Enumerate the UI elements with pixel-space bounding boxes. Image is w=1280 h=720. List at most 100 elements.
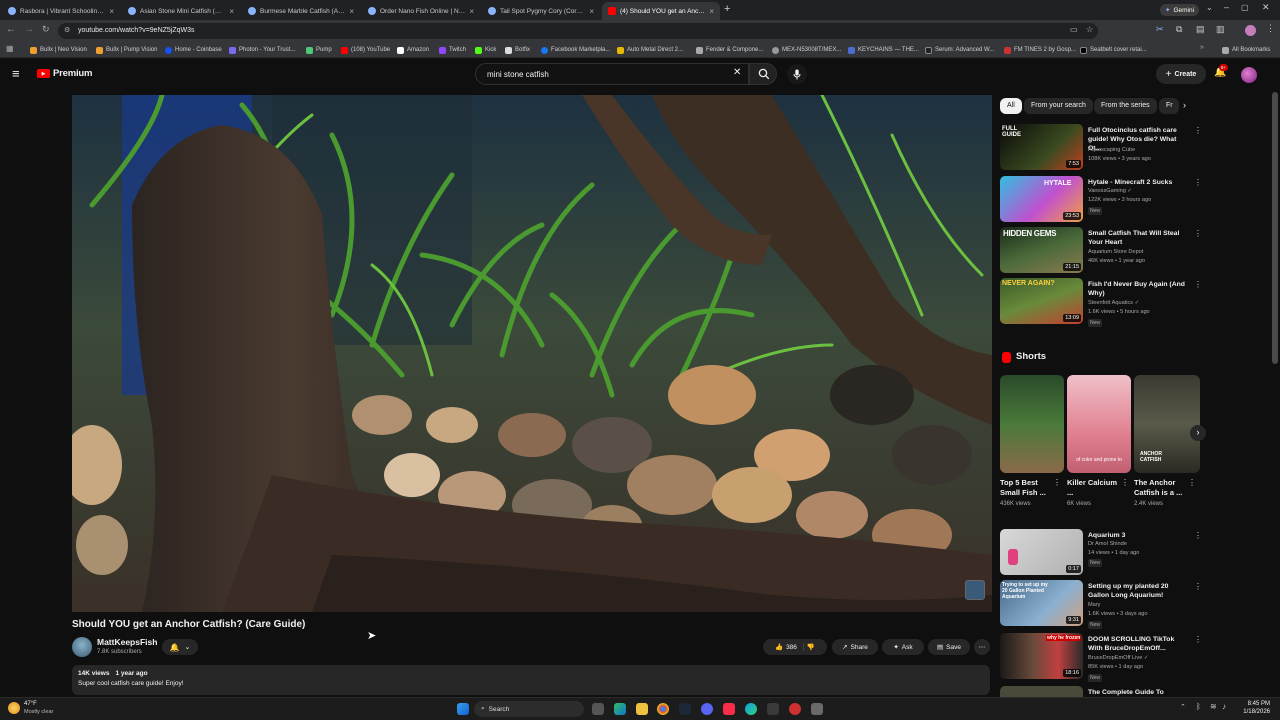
video-thumbnail[interactable]: NEVER AGAIN? 13:09 — [1000, 278, 1083, 324]
more-actions-button[interactable]: ⋯ — [974, 639, 990, 655]
more-options-icon[interactable]: ⋮ — [1194, 635, 1202, 644]
short-title[interactable]: The Anchor Catfish is a ... — [1134, 478, 1188, 498]
short-title[interactable]: Top 5 Best Small Fish ... — [1000, 478, 1052, 498]
chip-from-the-series[interactable]: From the series — [1094, 98, 1157, 114]
bookmark-item[interactable]: Photon - Your Trust... — [229, 45, 295, 55]
downloads-icon[interactable]: ▤ — [1196, 24, 1205, 35]
bookmark-item[interactable]: Amazon — [397, 45, 429, 55]
bookmark-item[interactable]: Twitch — [439, 45, 466, 55]
shorts-next-button[interactable]: › — [1190, 425, 1206, 441]
close-tab-icon[interactable]: × — [709, 7, 714, 16]
recommendation-item[interactable]: NEVER AGAIN? 13:09 Fish I'd Never Buy Ag… — [1000, 278, 1202, 328]
discord-icon[interactable] — [701, 703, 713, 715]
browser-menu-icon[interactable]: ⋮ — [1266, 23, 1275, 34]
recommendation-item[interactable]: The Complete Guide To — [1000, 686, 1200, 697]
voice-search-button[interactable] — [787, 64, 807, 84]
maximize-icon[interactable]: ▢ — [1241, 3, 1249, 12]
bluetooth-icon[interactable]: ᛒ — [1196, 702, 1201, 711]
app-icon[interactable] — [811, 703, 823, 715]
account-avatar[interactable] — [1241, 67, 1257, 83]
close-tab-icon[interactable]: × — [229, 7, 234, 16]
subscribed-notification-button[interactable]: 🔔 ⌄ — [162, 639, 198, 655]
bookmark-item[interactable]: Facebook Marketpla... — [541, 45, 610, 55]
bookmark-item[interactable]: Botfix — [505, 45, 530, 55]
minimize-icon[interactable]: – — [1224, 2, 1229, 12]
more-options-icon[interactable]: ⋮ — [1194, 582, 1202, 591]
bookmark-item[interactable]: Pump — [306, 45, 332, 55]
channel-name[interactable]: Aquarium Store Depot — [1088, 249, 1143, 255]
video-thumbnail[interactable]: why he frozen 18:16 — [1000, 633, 1083, 679]
gemini-button[interactable]: ✦ Gemini — [1160, 4, 1200, 16]
all-bookmarks-folder[interactable]: All Bookmarks — [1222, 45, 1270, 55]
bookmark-item[interactable]: MEX-N53008T/MEX... — [772, 45, 841, 55]
video-thumbnail[interactable]: Trying to set up my 20 Gallon Planted Aq… — [1000, 580, 1083, 626]
bookmark-item[interactable]: Bullx | Neo Vision — [30, 45, 87, 55]
music-app-icon[interactable] — [723, 703, 735, 715]
short-thumbnail[interactable] — [1000, 375, 1064, 473]
hamburger-menu-icon[interactable]: ≡ — [12, 66, 20, 81]
video-player[interactable] — [72, 95, 992, 612]
bookmark-item[interactable]: Seatbelt cover retai... — [1080, 45, 1147, 55]
extension-icon[interactable]: ✂ — [1156, 24, 1164, 35]
more-options-icon[interactable]: ⋮ — [1188, 478, 1196, 487]
bookmarks-overflow-icon[interactable]: » — [1200, 44, 1204, 51]
recommendation-item[interactable]: why he frozen 18:16 DOOM SCROLLING TikTo… — [1000, 633, 1202, 682]
recommendation-item[interactable]: HIDDEN GEMS 21:15 Small Catfish That Wil… — [1000, 227, 1202, 277]
forward-icon[interactable]: → — [24, 24, 34, 35]
new-tab-icon[interactable]: + — [724, 3, 730, 15]
close-tab-icon[interactable]: × — [349, 7, 354, 16]
close-tab-icon[interactable]: × — [589, 7, 594, 16]
channel-name[interactable]: BruceDropEmOff Live ✓ — [1088, 655, 1149, 661]
chip-from-your-search[interactable]: From your search — [1024, 98, 1093, 114]
bookmark-item[interactable]: (108) YouTube — [341, 45, 390, 55]
channel-name[interactable]: Aquascaping Cube — [1088, 147, 1135, 153]
windows-start-icon[interactable] — [457, 703, 469, 715]
weather-icon[interactable] — [8, 702, 20, 714]
volume-icon[interactable]: ♪ — [1222, 702, 1226, 711]
bookmark-item[interactable]: Auto Metal Direct 2... — [617, 45, 683, 55]
wifi-icon[interactable]: ≋ — [1210, 702, 1217, 711]
bookmark-item[interactable]: FM TINES 2 by Gosp... — [1004, 45, 1076, 55]
video-thumbnail[interactable]: 0:17 — [1000, 529, 1083, 575]
recommendation-item[interactable]: 0:17 Aquarium 3 Dr Amol Shinde 14 views … — [1000, 529, 1202, 577]
chevron-right-icon[interactable]: › — [1183, 100, 1186, 110]
channel-name[interactable]: VanossGaming ✓ — [1088, 188, 1132, 194]
channel-avatar[interactable] — [72, 637, 92, 657]
video-thumbnail[interactable]: HIDDEN GEMS 21:15 — [1000, 227, 1083, 273]
bookmark-star-icon[interactable]: ☆ — [1086, 25, 1093, 34]
create-button[interactable]: + Create — [1156, 64, 1206, 84]
video-thumbnail[interactable] — [1000, 686, 1083, 697]
description-box[interactable]: 14K views 1 year ago Super cool catfish c… — [72, 665, 990, 695]
address-bar[interactable]: ⚙ youtube.com/watch?v=9eNZ5jZqW3s ▭ ☆ — [58, 23, 1098, 39]
browser-tab[interactable]: Rasbora | Vibrant Schooling Fish × — [2, 2, 120, 20]
apps-grid-icon[interactable]: ▦ — [6, 44, 14, 53]
bookmark-item[interactable]: Serum: Advanced W... — [925, 45, 994, 55]
chrome-icon[interactable] — [657, 703, 669, 715]
clock-date[interactable]: 1/18/2026 — [1240, 709, 1270, 715]
short-thumbnail[interactable]: ANCHOR CATFISH — [1134, 375, 1200, 473]
more-options-icon[interactable]: ⋮ — [1194, 531, 1202, 540]
browser-tab[interactable]: Burmese Marble Catfish (Akysis... × — [242, 2, 360, 20]
short-title[interactable]: Killer Calcium ... — [1067, 478, 1119, 498]
channel-name[interactable]: Dr Amol Shinde — [1088, 541, 1127, 547]
browser-tab-active[interactable]: (4) Should YOU get an Anch... × — [602, 2, 720, 20]
profile-avatar[interactable] — [1245, 25, 1256, 36]
chip-all[interactable]: All — [1000, 98, 1022, 114]
more-options-icon[interactable]: ⋮ — [1194, 280, 1202, 289]
edge-icon[interactable] — [745, 703, 757, 715]
browser-tab[interactable]: Tail Spot Pygmy Cory (Corydoras... × — [482, 2, 600, 20]
more-options-icon[interactable]: ⋮ — [1053, 478, 1061, 487]
youtube-logo[interactable]: ▶ Premium — [37, 68, 92, 79]
more-options-icon[interactable]: ⋮ — [1194, 126, 1202, 135]
channel-name[interactable]: Steenfott Aquatics ✓ — [1088, 300, 1139, 306]
bookmark-item[interactable]: Home - Coinbase — [165, 45, 222, 55]
app-icon[interactable] — [789, 703, 801, 715]
recommendation-item[interactable]: Trying to set up my 20 Gallon Planted Aq… — [1000, 580, 1202, 629]
share-button[interactable]: ↗ Share — [832, 639, 878, 655]
taskbar-search-box[interactable]: ⌕ Search — [474, 701, 584, 717]
bookmark-item[interactable]: Bullx | Pump Vision — [96, 45, 157, 55]
save-button[interactable]: ▤ Save — [928, 639, 970, 655]
bookmark-item[interactable]: KEYCHAINS — THE... — [848, 45, 919, 55]
more-options-icon[interactable]: ⋮ — [1194, 178, 1202, 187]
search-button[interactable] — [749, 63, 777, 85]
